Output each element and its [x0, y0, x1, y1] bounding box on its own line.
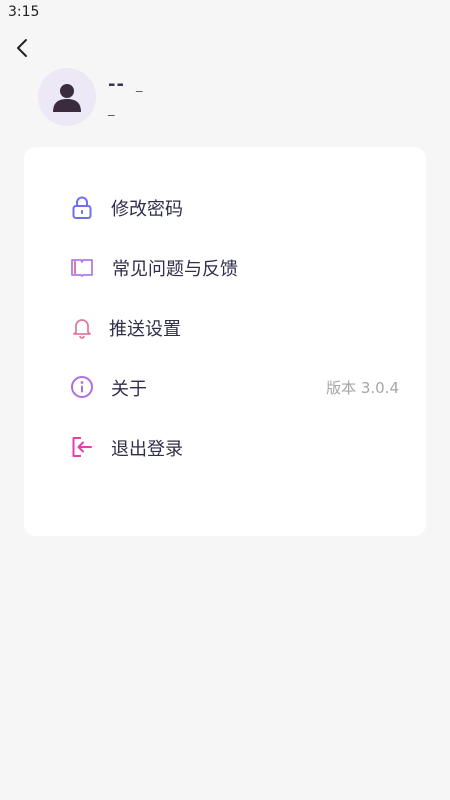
menu-label-faq-feedback: 常见问题与反馈 — [112, 259, 238, 280]
menu-label-about: 关于 — [111, 379, 147, 400]
bell-icon — [73, 319, 91, 339]
book-icon — [71, 259, 93, 277]
menu-item-faq-feedback[interactable]: 常见问题与反馈 — [24, 242, 426, 292]
menu-item-change-password[interactable]: 修改密码 — [24, 182, 426, 232]
user-extra: _ — [136, 78, 143, 93]
profile-header: -- _ _ — [38, 68, 418, 128]
info-icon — [71, 376, 93, 398]
menu-label-change-password: 修改密码 — [111, 199, 183, 220]
back-button[interactable] — [10, 34, 38, 62]
user-name: -- — [108, 74, 125, 95]
settings-card: 修改密码 常见问题与反馈 推送设置 关于 版本 3.0.4 退出登录 — [24, 147, 426, 536]
menu-item-push-settings[interactable]: 推送设置 — [24, 302, 426, 352]
status-bar: 3:15 — [0, 0, 450, 26]
status-time: 3:15 — [8, 4, 40, 20]
menu-item-about[interactable]: 关于 版本 3.0.4 — [24, 362, 426, 412]
lock-icon — [72, 196, 92, 219]
logout-icon — [72, 437, 92, 457]
user-subtitle: _ — [108, 102, 115, 117]
menu-label-logout: 退出登录 — [111, 439, 183, 460]
menu-item-logout[interactable]: 退出登录 — [24, 422, 426, 472]
menu-label-push-settings: 推送设置 — [109, 319, 181, 340]
chevron-left-icon — [17, 39, 27, 57]
app-version: 版本 3.0.4 — [326, 379, 399, 397]
avatar[interactable] — [38, 68, 96, 126]
user-icon — [53, 84, 81, 112]
